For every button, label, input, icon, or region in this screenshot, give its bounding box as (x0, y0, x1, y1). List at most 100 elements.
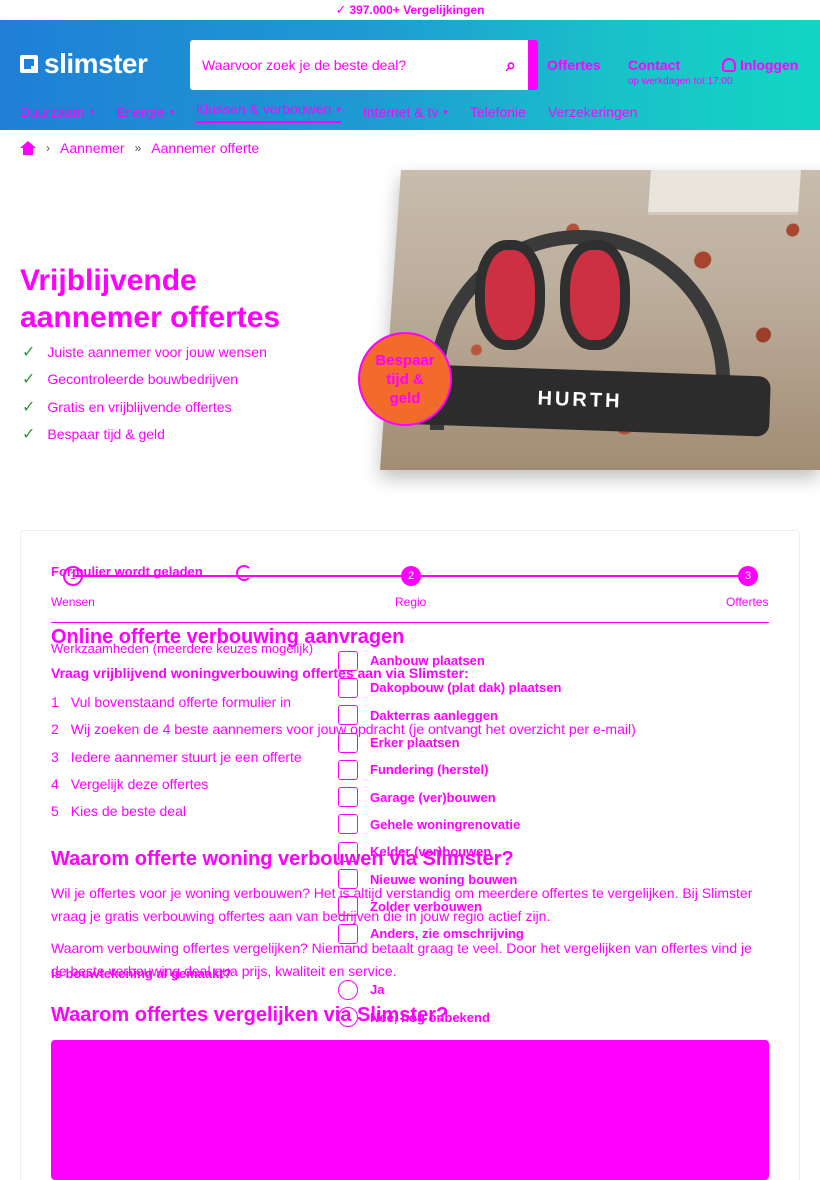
badge-line: tijd & (386, 370, 424, 388)
usp-text: Bespaar tijd & geld (47, 426, 165, 443)
hero-title-line2: aannemer offertes (20, 301, 281, 334)
search-bar[interactable]: Waarvoor zoek je de beste deal? ⌕ (190, 40, 538, 90)
top-bar: ✓ 397.000+ Vergelijkingen (0, 0, 820, 20)
usp-text: Gratis en vrijblijvende offertes (47, 398, 232, 415)
form-loading-text: Formulier wordt geladen (51, 564, 203, 579)
check-icon: ✓ (22, 398, 36, 416)
site-header: slimster Waarvoor zoek je de beste deal?… (0, 20, 820, 130)
login-label: Inloggen (740, 57, 799, 73)
step-label-wensen: Wensen (51, 595, 95, 609)
breadcrumb-current: Aannemer offerte (151, 140, 260, 156)
list-number: 4 (51, 775, 59, 792)
step-3-dot: 3 (738, 566, 758, 586)
logo-text: slimster (44, 48, 148, 79)
nav-item-duurzaam[interactable]: Duurzaam ▾ (20, 101, 94, 123)
checkbox-option[interactable]: Dakopbouw (plat dak) plaatsen (338, 674, 561, 701)
ear-cup-left (475, 240, 545, 350)
list-text: Kies de beste deal (70, 803, 186, 820)
user-icon (722, 58, 736, 72)
list-number: 2 (51, 721, 59, 738)
heading-waarom-verbouwen: Waarom offerte woning verbouwen via Slim… (51, 848, 514, 870)
paragraph-1: Wil je offertes voor je woning verbouwen… (51, 885, 753, 924)
usp-item: ✓ Gratis en vrijblijvende offertes (22, 393, 267, 421)
top-bar-text: 397.000+ Vergelijkingen (349, 3, 485, 17)
check-icon: ✓ (22, 343, 36, 361)
list-text: Vul bovenstaand offerte formulier in (70, 694, 292, 710)
login-button[interactable]: Inloggen (722, 57, 798, 73)
main-nav: Duurzaam ▾ Energie ▾ Klussen & verbouwen ▾ … (20, 101, 659, 123)
nav-item-verzekeringen[interactable]: Verzekeringen (548, 101, 638, 123)
radio-button[interactable] (338, 979, 358, 1000)
breadcrumb-aannemer[interactable]: Aannemer (60, 140, 125, 156)
usp-text: Juiste aannemer voor jouw wensen (47, 343, 267, 360)
list-text: Vergelijk deze offertes (70, 775, 209, 792)
nav-label: Telefonie (469, 104, 526, 120)
checkbox[interactable] (338, 650, 358, 671)
checkbox[interactable] (338, 677, 358, 698)
divider (51, 622, 769, 623)
earmuffs-image: HURTH (389, 220, 771, 470)
checkbox-option[interactable]: Garage (ver)bouwen (338, 783, 561, 810)
ear-cup-right (560, 240, 630, 350)
nav-label: Internet & tv (362, 104, 439, 120)
hero-title: Vrijblijvende aannemer offertes (20, 262, 350, 336)
checkbox-label: Gehele woningrenovatie (370, 816, 521, 832)
check-icon: ✓ (22, 371, 36, 389)
nav-item-telefonie[interactable]: Telefonie (470, 101, 526, 123)
logo-mark-icon (20, 55, 38, 73)
nav-label: Klussen & verbouwen (195, 101, 332, 117)
form-question-label: Werkzaamheden (meerdere keuzes mogelijk) (51, 641, 314, 656)
chevron-down-icon: ▾ (169, 106, 174, 117)
chevron-down-icon: ▾ (443, 106, 448, 117)
nav-item-energie[interactable]: Energie ▾ (116, 101, 174, 123)
form-question2-label: Is bouwtekening al gemaakt? (51, 966, 232, 981)
checkbox-label: Dakterras aanleggen (370, 707, 498, 723)
step-label-offertes: Offertes (726, 595, 769, 609)
comparison-block (51, 1040, 769, 1180)
checkbox[interactable] (338, 732, 358, 753)
checkbox-label: Dakopbouw (plat dak) plaatsen (370, 680, 562, 696)
home-icon[interactable] (20, 141, 36, 155)
checkbox-label: Garage (ver)bouwen (370, 789, 496, 805)
loading-spinner-icon (236, 565, 252, 581)
heading-waarom-vergelijken: Waarom offertes vergelijken via Slimster… (51, 1004, 449, 1026)
offertes-link[interactable]: Offertes (547, 57, 601, 73)
check-icon: ✓ (22, 426, 36, 444)
checkbox[interactable] (338, 814, 358, 835)
checkbox[interactable] (338, 787, 358, 808)
chevron-down-icon: ▾ (89, 106, 95, 117)
check-icon: ✓ (335, 2, 347, 17)
nav-item-klussen[interactable]: Klussen & verbouwen ▾ (195, 101, 341, 123)
checkbox-option[interactable]: Aanbouw plaatsen (338, 647, 561, 674)
checkbox-option[interactable]: Fundering (herstel) (338, 756, 561, 783)
logo[interactable]: slimster (20, 48, 148, 80)
radio-label: Ja (370, 982, 385, 998)
nav-label: Verzekeringen (547, 104, 638, 120)
checkbox[interactable] (338, 759, 358, 780)
usp-list: ✓ Juiste aannemer voor jouw wensen ✓ Gecon… (22, 338, 267, 448)
search-icon[interactable]: ⌕ (506, 55, 516, 76)
nav-item-internet[interactable]: Internet & tv ▾ (363, 101, 448, 123)
nav-label: Energie (116, 104, 165, 120)
checkbox-option[interactable]: Gehele woningrenovatie (338, 811, 561, 838)
contact-link[interactable]: Contact (628, 57, 680, 73)
list-number: 3 (51, 748, 59, 765)
radio-option[interactable]: Ja (338, 976, 490, 1003)
checkbox[interactable] (338, 705, 358, 726)
contact-hours: op werkdagen tot 17:00 (628, 76, 733, 87)
badge-line: Bespaar (375, 351, 435, 369)
breadcrumb-separator: › (46, 141, 50, 155)
breadcrumb-separator: » (134, 141, 142, 155)
breadcrumb: › Aannemer » Aannemer offerte (20, 140, 259, 156)
hero-title-line1: Vrijblijvende (20, 264, 197, 297)
list-number: 1 (51, 694, 59, 710)
checkbox-option[interactable]: Dakterras aanleggen (338, 702, 561, 729)
usp-item: ✓ Juiste aannemer voor jouw wensen (22, 338, 267, 366)
usp-item: ✓ Bespaar tijd & geld (22, 421, 267, 449)
search-input[interactable]: Waarvoor zoek je de beste deal? (202, 57, 506, 73)
checkbox-option[interactable]: Erker plaatsen (338, 729, 561, 756)
step-2-dot: 2 (401, 566, 421, 586)
checkbox-label: Fundering (herstel) (370, 762, 489, 778)
usp-text: Gecontroleerde bouwbedrijven (47, 371, 239, 388)
list-text: Iedere aannemer stuurt je een offerte (70, 748, 302, 765)
